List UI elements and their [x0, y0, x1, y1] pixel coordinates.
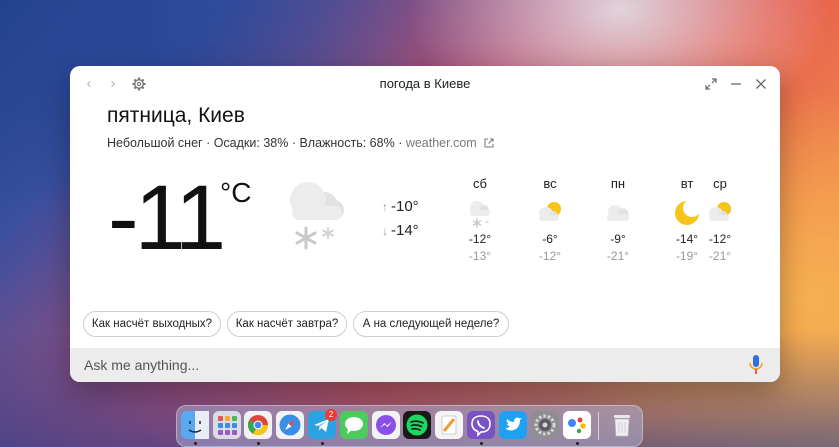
window-toolbar: ‹ › погода в Киеве: [70, 66, 780, 102]
partly-cloudy-icon: [535, 198, 565, 228]
source-link[interactable]: weather.com: [406, 136, 477, 150]
forecast-high: -9°: [610, 232, 626, 246]
dock-separator: [598, 412, 599, 440]
forecast-day-name: пн: [610, 176, 626, 191]
suggestion-chip-weekend[interactable]: Как насчёт выходных?: [83, 311, 221, 337]
expand-icon[interactable]: [702, 75, 720, 93]
forecast-low: -21°: [708, 249, 732, 263]
forecast-low: -13°: [468, 249, 492, 263]
forecast-day-name: сб: [473, 176, 487, 191]
chrome-icon[interactable]: [244, 411, 272, 439]
weather-summary: Небольшой снег · Осадки: 38% · Влажность…: [107, 136, 494, 150]
launchpad-icon[interactable]: [213, 411, 241, 439]
suggestion-chip-tomorrow[interactable]: Как насчёт завтра?: [227, 311, 347, 337]
forecast-day: пн -9° -21°: [595, 176, 641, 263]
weather-window: ‹ › погода в Киеве пятница, Киев Небольш…: [70, 66, 780, 382]
snow-cloud-icon: *: [465, 198, 495, 228]
ask-input[interactable]: [84, 355, 684, 375]
running-indicator: [576, 442, 579, 445]
ask-bar: [70, 348, 780, 382]
telegram-badge: 2: [325, 409, 337, 421]
viber-icon[interactable]: [467, 411, 495, 439]
current-temperature: -11: [108, 167, 226, 269]
dock: 2: [176, 405, 643, 447]
google-assistant-icon[interactable]: [563, 411, 591, 439]
humidity-text: Влажность: 68%: [299, 136, 395, 150]
safari-icon[interactable]: [276, 411, 304, 439]
forecast-day-name: вс: [543, 176, 557, 191]
arrow-up-icon: ↑: [382, 200, 388, 214]
forecast-low: -12°: [538, 249, 562, 263]
messages-icon[interactable]: [340, 411, 368, 439]
spotify-icon[interactable]: [403, 411, 431, 439]
low-temperature: ↓ -14°: [382, 222, 419, 239]
messenger-icon[interactable]: [372, 411, 400, 439]
twitter-icon[interactable]: [499, 411, 527, 439]
forecast-day: сб * -12° -13°: [457, 176, 503, 263]
weather-heading: пятница, Киев: [107, 104, 245, 127]
temperature-unit: °C: [220, 177, 252, 208]
snow-cloud-icon: [282, 176, 354, 256]
pages-icon[interactable]: [435, 411, 463, 439]
svg-text:*: *: [485, 219, 489, 228]
running-indicator: [257, 442, 260, 445]
forecast-day-name: ср: [713, 176, 727, 191]
forecast-high: -12°: [468, 232, 492, 246]
finder-icon[interactable]: [181, 411, 209, 439]
running-indicator: [321, 442, 324, 445]
system-preferences-icon[interactable]: [531, 411, 559, 439]
cloudy-icon: [603, 198, 633, 228]
minimize-icon[interactable]: [727, 75, 745, 93]
high-temperature: ↑ -10°: [382, 198, 419, 215]
window-title: погода в Киеве: [379, 76, 471, 91]
suggestion-chip-next-week[interactable]: А на следующей неделе?: [353, 311, 509, 337]
partly-cloudy-icon: [705, 198, 735, 228]
trash-icon[interactable]: [608, 411, 636, 439]
close-icon[interactable]: [752, 75, 770, 93]
forecast-low: -21°: [606, 249, 630, 263]
microphone-icon[interactable]: [748, 354, 764, 376]
forecast-high: -6°: [542, 232, 558, 246]
condition-text: Небольшой снег: [107, 136, 203, 150]
forecast-day: ср -12° -21°: [697, 176, 743, 263]
running-indicator: [480, 442, 483, 445]
arrow-down-icon: ↓: [382, 224, 388, 238]
forecast-day: вс -6° -12°: [527, 176, 573, 263]
precipitation-text: Осадки: 38%: [213, 136, 289, 150]
running-indicator: [194, 442, 197, 445]
forecast-high: -12°: [708, 232, 732, 246]
external-link-icon[interactable]: [484, 138, 494, 148]
